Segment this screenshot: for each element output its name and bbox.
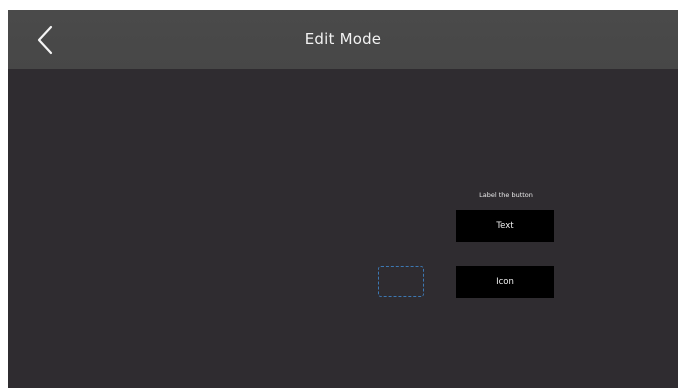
edit-mode-screen: Edit Mode Label the button Text Icon bbox=[8, 10, 678, 388]
icon-label-button-label: Icon bbox=[496, 277, 514, 287]
top-bar: Edit Mode bbox=[8, 10, 678, 69]
page-title: Edit Mode bbox=[304, 30, 382, 48]
icon-label-button[interactable]: Icon bbox=[456, 266, 554, 298]
label-caption: Label the button bbox=[479, 191, 533, 199]
text-label-button[interactable]: Text bbox=[456, 210, 554, 242]
text-label-button-label: Text bbox=[496, 221, 514, 231]
editor-canvas: Label the button Text Icon bbox=[8, 69, 678, 388]
button-placeholder[interactable] bbox=[378, 266, 424, 297]
